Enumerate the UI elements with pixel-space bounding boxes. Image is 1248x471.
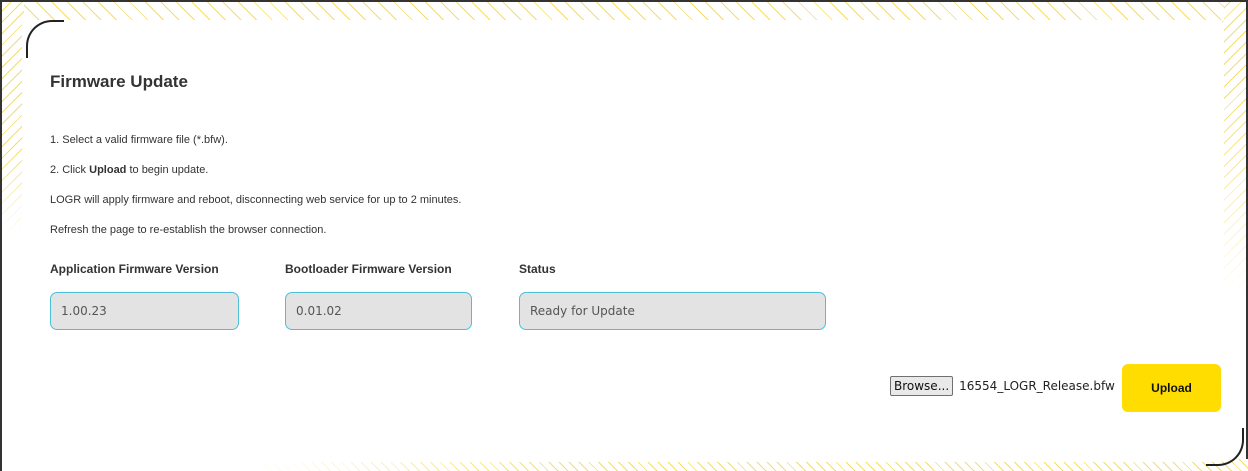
app-firmware-label: Application Firmware Version [50, 262, 219, 276]
instructions: 1. Select a valid firmware file (*.bfw).… [50, 133, 461, 253]
status-label: Status [519, 262, 556, 276]
bootloader-firmware-label: Bootloader Firmware Version [285, 262, 452, 276]
status-field[interactable] [519, 292, 826, 330]
instruction-step-2-upload: Upload [89, 164, 127, 176]
decorative-hatch-left [2, 2, 24, 237]
instruction-step-2-prefix: 2. Click [50, 164, 90, 176]
file-picker: Browse... 16554_LOGR_Release.bfw [890, 376, 1115, 396]
decorative-hatch-top [2, 2, 1246, 22]
instruction-step-1: 1. Select a valid firmware file (*.bfw). [50, 134, 228, 146]
instruction-note-reboot: LOGR will apply firmware and reboot, dis… [50, 194, 462, 206]
browse-button[interactable]: Browse... [890, 376, 954, 396]
page-title: Firmware Update [50, 72, 188, 91]
upload-button[interactable]: Upload [1122, 364, 1221, 412]
instruction-step-2: 2. Click Upload to begin update. [50, 163, 461, 193]
app-firmware-version-field[interactable] [50, 292, 239, 330]
decorative-hatch-right [1224, 2, 1246, 302]
instruction-note-refresh: Refresh the page to re-establish the bro… [50, 224, 327, 236]
instruction-step-2-suffix: to begin update. [126, 164, 209, 176]
selected-file-name: 16554_LOGR_Release.bfw [959, 379, 1115, 393]
bootloader-firmware-version-field[interactable] [285, 292, 472, 330]
